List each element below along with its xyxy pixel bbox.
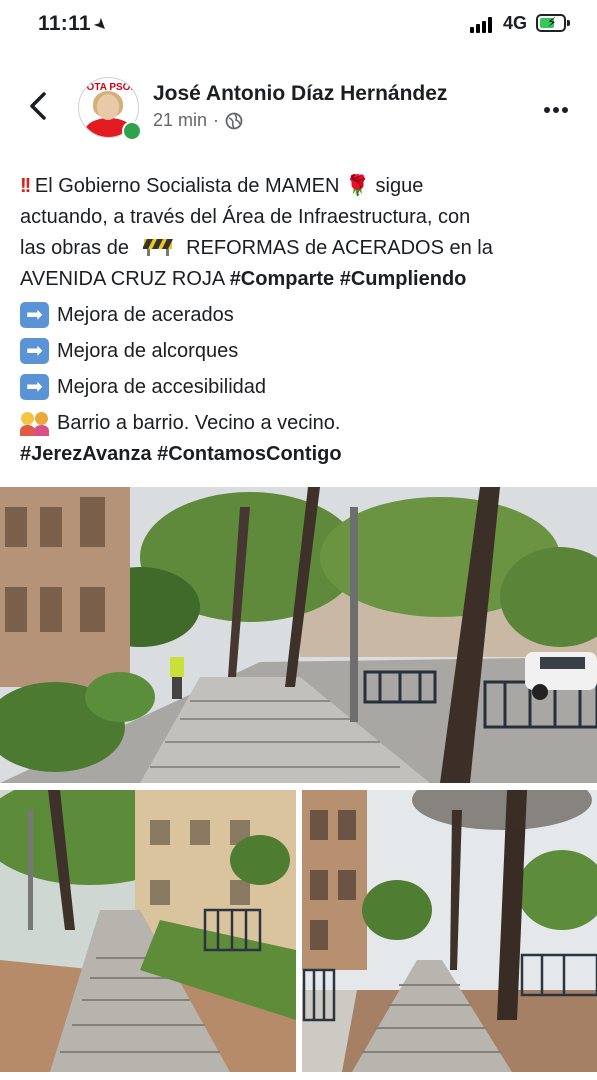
post-photo-3[interactable] xyxy=(302,790,597,1072)
status-bar: 11:11➤ 4G ⚡ xyxy=(0,0,597,48)
post-text: AVENIDA CRUZ ROJA xyxy=(20,268,225,290)
avatar-text: VOTA PSOE xyxy=(79,82,138,93)
post-line-8: Barrio a barrio. Vecino a vecino. xyxy=(20,405,580,441)
meta-separator: · xyxy=(213,110,220,130)
bullet-text: Mejora de acerados xyxy=(57,303,234,326)
hashtag-link[interactable]: #Comparte #Cumpliendo xyxy=(230,268,467,290)
author-name[interactable]: José Antonio Díaz Hernández xyxy=(153,82,447,106)
post-line-1: !! El Gobierno Socialista de MAMEN 🌹 sig… xyxy=(20,171,580,202)
post-time[interactable]: 21 min xyxy=(153,110,207,131)
post-text: El Gobierno Socialista de MAMEN xyxy=(34,175,340,197)
post-text: las obras de xyxy=(20,237,129,259)
hashtags: #JerezAvanza #ContamosContigo xyxy=(20,439,580,470)
battery-icon: ⚡ xyxy=(536,14,570,32)
online-status-dot xyxy=(122,121,142,141)
post-photo-1[interactable] xyxy=(0,487,597,783)
globe-icon xyxy=(225,112,243,129)
family-icon xyxy=(20,410,49,436)
post-body: !! El Gobierno Socialista de MAMEN 🌹 sig… xyxy=(20,171,580,470)
clock-text: 11:11 xyxy=(38,12,91,35)
more-options-icon[interactable] xyxy=(544,100,574,113)
bullet-text: Mejora de accesibilidad xyxy=(57,375,267,398)
post-text: sigue xyxy=(375,175,424,197)
location-arrow-icon: ➤ xyxy=(89,14,112,37)
construction-barrier-icon xyxy=(141,239,173,256)
bullet-item: ➡ Mejora de accesibilidad xyxy=(20,369,580,405)
right-arrow-icon: ➡ xyxy=(20,338,49,364)
back-chevron-icon[interactable] xyxy=(24,88,52,124)
double-exclamation-icon: !! xyxy=(20,175,31,197)
post-text: Barrio a barrio. Vecino a vecino. xyxy=(57,411,341,434)
hashtag-link[interactable]: #JerezAvanza #ContamosContigo xyxy=(20,443,342,465)
rose-icon: 🌹 xyxy=(345,175,370,197)
bullet-text: Mejora de alcorques xyxy=(57,339,239,362)
right-arrow-icon: ➡ xyxy=(20,374,49,400)
signal-icon xyxy=(470,17,496,33)
post-line-2: actuando, a través del Área de Infraestr… xyxy=(20,202,580,233)
bullet-item: ➡ Mejora de acerados xyxy=(20,297,580,333)
clock: 11:11➤ xyxy=(38,12,111,36)
network-type: 4G xyxy=(503,13,528,33)
post-photo-2[interactable] xyxy=(0,790,296,1072)
bullet-item: ➡ Mejora de alcorques xyxy=(20,333,580,369)
post-line-3: las obras de REFORMAS de ACERADOS en la xyxy=(20,233,580,264)
right-arrow-icon: ➡ xyxy=(20,302,49,328)
post-text: REFORMAS de ACERADOS en la xyxy=(186,237,493,259)
post-line-4: AVENIDA CRUZ ROJA #Comparte #Cumpliendo xyxy=(20,264,580,295)
post-text: actuando, a través del Área de Infraestr… xyxy=(20,206,471,228)
post-meta: 21 min · xyxy=(153,110,243,131)
